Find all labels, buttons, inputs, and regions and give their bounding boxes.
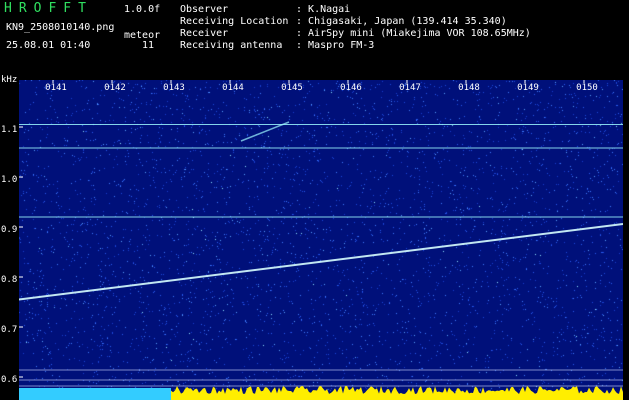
receiver-label: Receiver (180, 28, 229, 39)
y-tick-label: 0.7 (1, 325, 18, 335)
count-value: 11 (142, 40, 155, 51)
time-tick-label: 0150 (576, 83, 598, 93)
y-tick-label: 0.6 (1, 375, 18, 385)
y-tick-label: 1.0 (1, 175, 18, 185)
observer-value: K.Nagai (308, 4, 351, 15)
app-brand: HROFFT (4, 1, 93, 16)
time-tick-label: 0149 (517, 83, 539, 93)
y-tick-label: 1.1 (1, 125, 18, 135)
antenna-value: Maspro FM-3 (308, 40, 375, 51)
receiver-value: AirSpy mini (Miakejima VOR 108.65MHz) (308, 28, 531, 39)
time-tick-label: 0146 (340, 83, 362, 93)
app-version: 1.0.0f (124, 4, 161, 15)
time-tick-label: 0145 (281, 83, 303, 93)
y-tick-label: 0.9 (1, 225, 18, 235)
frequency-axis: kHz 1.1 1.0 0.9 0.8 0.7 0.6 (0, 72, 19, 400)
spectrogram-overlay: 0141 0142 0143 0144 0145 0146 0147 0148 0149 0150 (19, 80, 623, 400)
antenna-label: Receiving antenna (180, 40, 283, 51)
time-tick-label: 0143 (163, 83, 185, 93)
time-tick-label: 0144 (222, 83, 244, 93)
right-border (623, 72, 629, 400)
timestamp: 25.08.01 01:40 (6, 40, 91, 51)
header: HROFFT 1.0.0f KN9_2508010140.png meteor … (0, 0, 629, 72)
location-value: Chigasaki, Japan (139.414 35.340) (308, 16, 507, 27)
time-tick-label: 0141 (45, 83, 67, 93)
location-label: Receiving Location (180, 16, 289, 27)
y-tick-label: 0.8 (1, 275, 18, 285)
observer-value-prefix: : K.Nagai (296, 4, 351, 15)
yellow-band (171, 386, 623, 400)
footer-bar (19, 388, 171, 400)
receiver-value-prefix: : AirSpy mini (Miakejima VOR 108.65MHz) (296, 28, 531, 39)
carrier-trace (19, 223, 623, 301)
filename: KN9_2508010140.png (6, 22, 115, 33)
y-unit-label: kHz (1, 75, 18, 85)
observer-label: Observer (180, 4, 229, 15)
location-value-prefix: : Chigasaki, Japan (139.414 35.340) (296, 16, 507, 27)
time-tick-label: 0148 (458, 83, 480, 93)
time-tick-label: 0147 (399, 83, 421, 93)
time-tick-label: 0142 (104, 83, 126, 93)
spectrogram-plot: 0141 0142 0143 0144 0145 0146 0147 0148 0149 0150 (19, 80, 623, 400)
antenna-value-prefix: : Maspro FM-3 (296, 40, 375, 51)
